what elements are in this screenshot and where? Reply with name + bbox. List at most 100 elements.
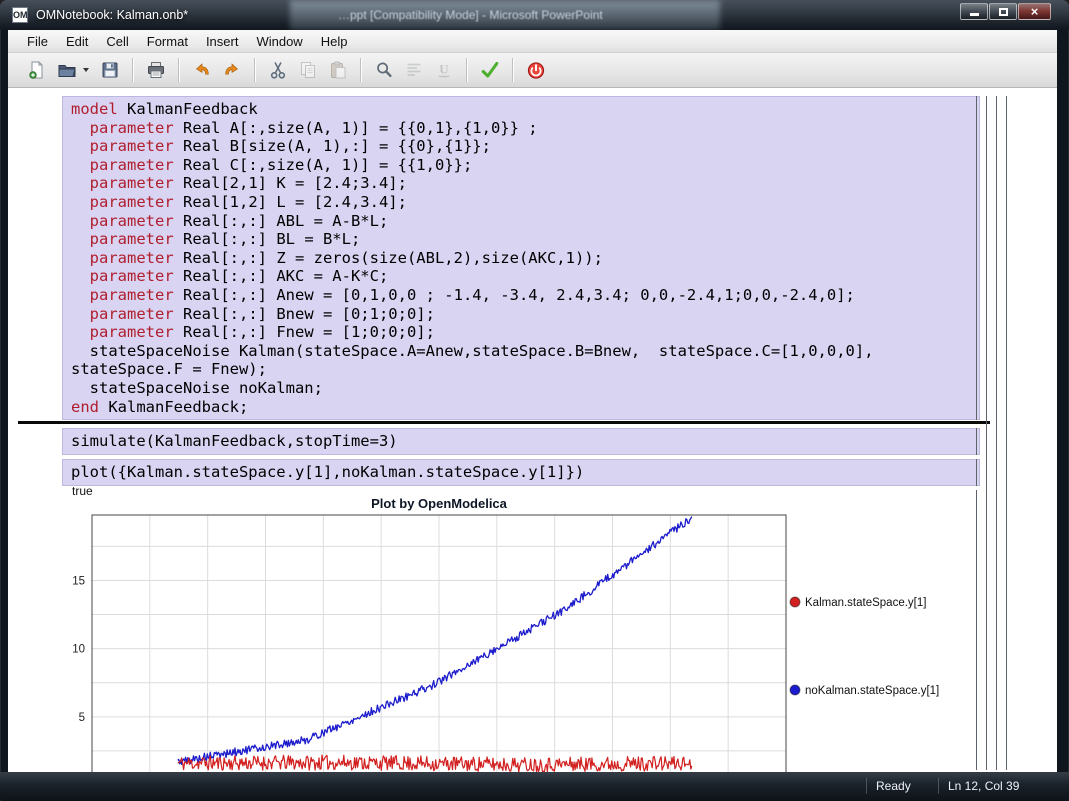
redo-button[interactable] bbox=[217, 56, 247, 84]
y-tick-label: 5 bbox=[79, 712, 85, 724]
menu-insert[interactable]: Insert bbox=[197, 31, 248, 52]
menu-help[interactable]: Help bbox=[312, 31, 357, 52]
statusbar: Ready Ln 12, Col 39 bbox=[0, 772, 1069, 801]
code-line: parameter Real[:,:] BL = B*L; bbox=[71, 230, 971, 249]
code-line: parameter Real[:,:] Bnew = [0;1;0;0]; bbox=[71, 305, 971, 324]
cell-bracket[interactable] bbox=[976, 428, 977, 455]
open-dropdown-caret[interactable] bbox=[83, 68, 89, 72]
legend-swatch bbox=[790, 597, 800, 607]
cell-bracket[interactable] bbox=[976, 490, 977, 770]
code-line: parameter Real[:,:] ABL = A-B*L; bbox=[71, 212, 971, 231]
underline-button[interactable]: U bbox=[429, 56, 459, 84]
open-icon bbox=[57, 60, 77, 80]
undo-icon bbox=[192, 60, 212, 80]
code-line: parameter Real C[:,size(A, 1)] = {{1,0}}… bbox=[71, 156, 971, 175]
new-document-icon bbox=[27, 60, 47, 80]
power-icon bbox=[526, 60, 546, 80]
cell-insert-divider bbox=[18, 421, 990, 424]
search-button[interactable] bbox=[369, 56, 399, 84]
simulate-cell-text: simulate(KalmanFeedback,stopTime=3) bbox=[71, 432, 398, 450]
minimize-button[interactable] bbox=[960, 3, 988, 20]
y-tick-label: 15 bbox=[72, 575, 85, 587]
text-format-button[interactable] bbox=[399, 56, 429, 84]
keyword-token: parameter bbox=[90, 119, 174, 137]
cut-button[interactable] bbox=[263, 56, 293, 84]
code-line: stateSpace.F = Fnew); bbox=[71, 360, 971, 379]
paste-button[interactable] bbox=[323, 56, 353, 84]
simulate-cell[interactable]: simulate(KalmanFeedback,stopTime=3) bbox=[62, 428, 980, 455]
print-button[interactable] bbox=[141, 56, 171, 84]
code-line: parameter Real[:,:] Anew = [0,1,0,0 ; -1… bbox=[71, 286, 971, 305]
cell-bracket[interactable] bbox=[1006, 96, 1007, 770]
keyword-token: parameter bbox=[90, 323, 174, 341]
open-button[interactable] bbox=[52, 56, 82, 84]
legend-swatch bbox=[790, 685, 800, 695]
code-line: parameter Real B[size(A, 1),:] = {{0},{1… bbox=[71, 137, 971, 156]
statusbar-separator bbox=[938, 778, 939, 794]
menubar: File Edit Cell Format Insert Window Help bbox=[8, 30, 1057, 53]
code-line: model KalmanFeedback bbox=[71, 100, 971, 119]
toolbar-separator bbox=[512, 58, 514, 82]
cell-bracket[interactable] bbox=[976, 96, 977, 420]
toolbar-separator bbox=[254, 58, 256, 82]
redo-icon bbox=[222, 60, 242, 80]
toolbar-separator bbox=[178, 58, 180, 82]
plot-cell-text: plot({Kalman.stateSpace.y[1],noKalman.st… bbox=[71, 463, 584, 481]
notebook-area: model KalmanFeedback parameter Real A[:,… bbox=[8, 88, 1057, 772]
code-line: parameter Real[:,:] AKC = A-K*C; bbox=[71, 267, 971, 286]
maximize-button[interactable] bbox=[989, 3, 1017, 20]
code-line: parameter Real[1,2] L = [2.4,3.4]; bbox=[71, 193, 971, 212]
window-controls bbox=[959, 3, 1051, 20]
statusbar-separator bbox=[866, 778, 867, 794]
copy-icon bbox=[298, 60, 318, 80]
code-line: parameter Real[2,1] K = [2.4;3.4]; bbox=[71, 174, 971, 193]
maximize-icon bbox=[999, 8, 1008, 16]
keyword-token: model bbox=[71, 100, 118, 118]
legend-label: noKalman.stateSpace.y[1] bbox=[805, 685, 939, 697]
search-icon bbox=[374, 60, 394, 80]
save-button[interactable] bbox=[95, 56, 125, 84]
underline-icon: U bbox=[434, 60, 454, 80]
keyword-token: parameter bbox=[90, 193, 174, 211]
titlebar[interactable]: …ppt [Compatibility Mode] - Microsoft Po… bbox=[0, 0, 1069, 30]
print-icon bbox=[146, 60, 166, 80]
omnotebook-window: …ppt [Compatibility Mode] - Microsoft Po… bbox=[0, 0, 1069, 801]
background-window-title: …ppt [Compatibility Mode] - Microsoft Po… bbox=[338, 8, 603, 22]
menu-window[interactable]: Window bbox=[247, 31, 311, 52]
stop-button[interactable] bbox=[521, 56, 551, 84]
toolbar: U bbox=[8, 53, 1057, 88]
keyword-token: parameter bbox=[90, 212, 174, 230]
keyword-token: parameter bbox=[90, 249, 174, 267]
menu-file[interactable]: File bbox=[18, 31, 57, 52]
menu-edit[interactable]: Edit bbox=[57, 31, 97, 52]
cell-bracket[interactable] bbox=[986, 96, 987, 770]
code-line: end KalmanFeedback; bbox=[71, 398, 971, 417]
toolbar-separator bbox=[466, 58, 468, 82]
code-line: parameter Real[:,:] Z = zeros(size(ABL,2… bbox=[71, 249, 971, 268]
code-line: stateSpaceNoise noKalman; bbox=[71, 379, 971, 398]
plot-cell[interactable]: plot({Kalman.stateSpace.y[1],noKalman.st… bbox=[62, 459, 980, 486]
cut-icon bbox=[268, 60, 288, 80]
keyword-token: parameter bbox=[90, 305, 174, 323]
copy-button[interactable] bbox=[293, 56, 323, 84]
model-code-cell[interactable]: model KalmanFeedback parameter Real A[:,… bbox=[62, 96, 980, 420]
evaluate-button[interactable] bbox=[475, 56, 505, 84]
legend-label: Kalman.stateSpace.y[1] bbox=[805, 597, 926, 609]
cell-bracket[interactable] bbox=[996, 96, 997, 770]
check-icon bbox=[480, 60, 500, 80]
code-line: stateSpaceNoise Kalman(stateSpace.A=Anew… bbox=[71, 342, 971, 361]
minimize-icon bbox=[970, 13, 979, 16]
keyword-token: parameter bbox=[90, 286, 174, 304]
code-line: parameter Real A[:,size(A, 1)] = {{0,1},… bbox=[71, 119, 971, 138]
keyword-token: parameter bbox=[90, 174, 174, 192]
menu-cell[interactable]: Cell bbox=[97, 31, 137, 52]
keyword-token: end bbox=[71, 398, 99, 416]
cell-bracket[interactable] bbox=[976, 459, 977, 486]
close-button[interactable] bbox=[1018, 3, 1051, 20]
undo-button[interactable] bbox=[187, 56, 217, 84]
new-document-button[interactable] bbox=[22, 56, 52, 84]
toolbar-separator bbox=[360, 58, 362, 82]
svg-text:U: U bbox=[439, 62, 449, 77]
menu-format[interactable]: Format bbox=[138, 31, 197, 52]
result-plot: Plot by OpenModelica51015Kalman.stateSpa… bbox=[8, 492, 1057, 772]
